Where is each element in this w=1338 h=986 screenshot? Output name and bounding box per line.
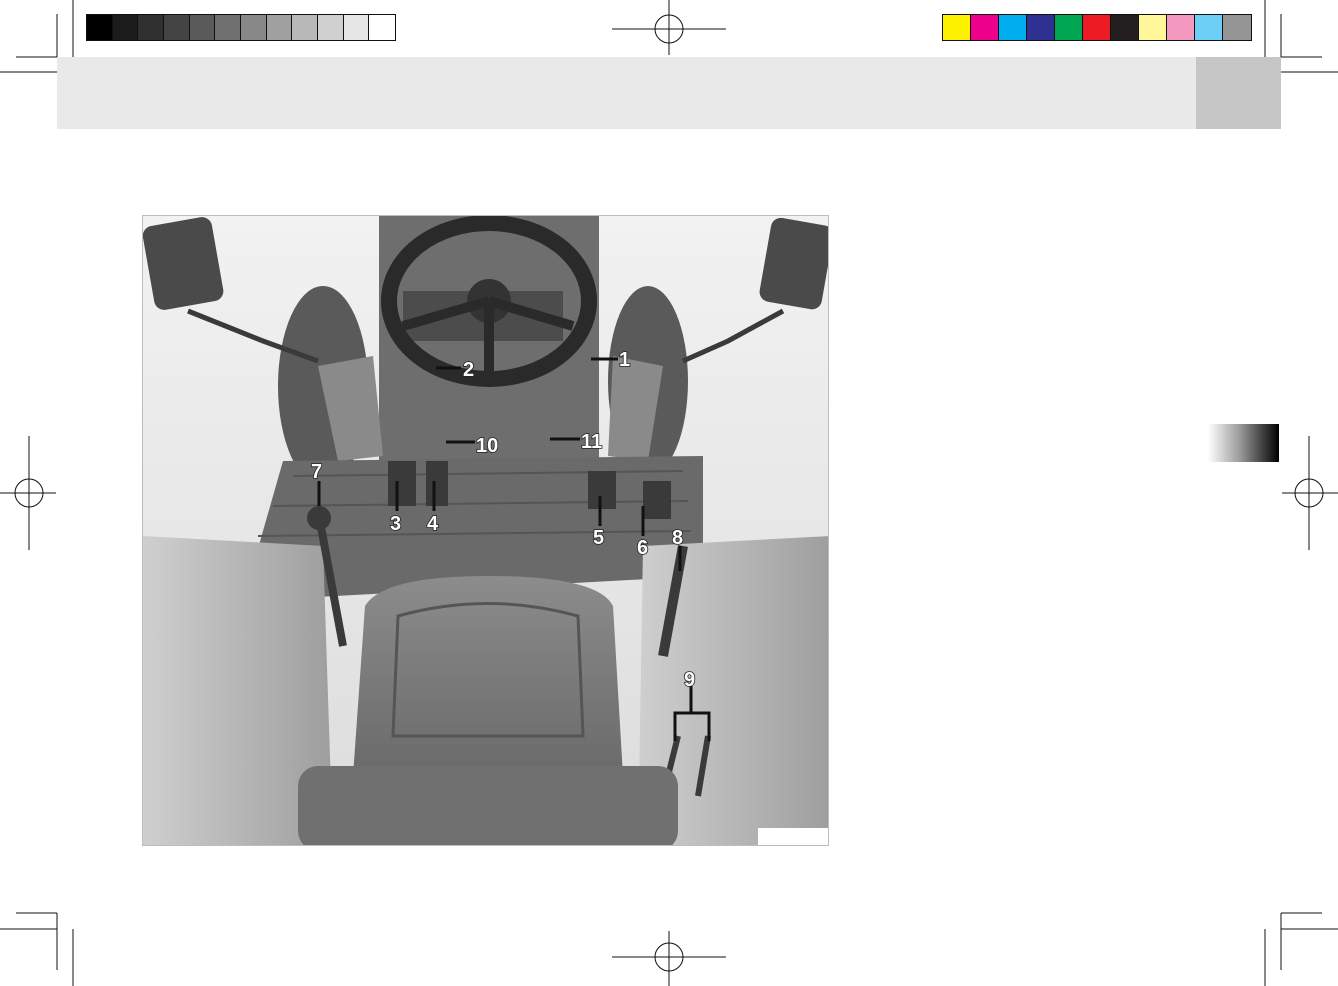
callout-9: 9 — [684, 669, 695, 691]
color-swatch — [1139, 15, 1167, 40]
color-swatch — [1083, 15, 1111, 40]
grayscale-bar — [86, 14, 396, 41]
callout-2: 2 — [463, 359, 474, 381]
gray-swatch — [343, 15, 370, 40]
gray-swatch — [240, 15, 267, 40]
gray-swatch — [112, 15, 139, 40]
color-swatch — [971, 15, 999, 40]
gray-swatch — [215, 15, 241, 40]
callout-4: 4 — [427, 513, 439, 535]
callout-7: 7 — [311, 461, 322, 483]
header-band — [57, 57, 1281, 129]
header-tab — [1196, 57, 1281, 129]
callout-1: 1 — [619, 349, 630, 371]
color-bar — [942, 14, 1252, 41]
callout-8: 8 — [672, 527, 683, 549]
color-swatch — [1223, 15, 1251, 40]
gray-swatch — [292, 15, 318, 40]
callout-5: 5 — [593, 527, 604, 549]
gray-swatch — [87, 15, 113, 40]
color-swatch — [1055, 15, 1083, 40]
callout-10: 10 — [476, 435, 498, 457]
color-swatch — [1167, 15, 1195, 40]
chapter-tab — [1208, 424, 1279, 462]
callout-11: 11 — [581, 431, 602, 453]
color-swatch — [999, 15, 1027, 40]
callout-6: 6 — [637, 537, 648, 559]
color-swatch — [1111, 15, 1139, 40]
gray-swatch — [369, 15, 395, 40]
color-swatch — [1027, 15, 1055, 40]
callout-3: 3 — [390, 513, 401, 535]
gray-swatch — [138, 15, 164, 40]
tractor-cab-photo: 1 2 3 4 5 6 7 8 9 10 11 — [142, 215, 829, 846]
color-swatch — [1195, 15, 1223, 40]
gray-swatch — [266, 15, 293, 40]
gray-swatch — [163, 15, 190, 40]
gray-swatch — [189, 15, 216, 40]
gray-swatch — [317, 15, 344, 40]
color-swatch — [943, 15, 971, 40]
